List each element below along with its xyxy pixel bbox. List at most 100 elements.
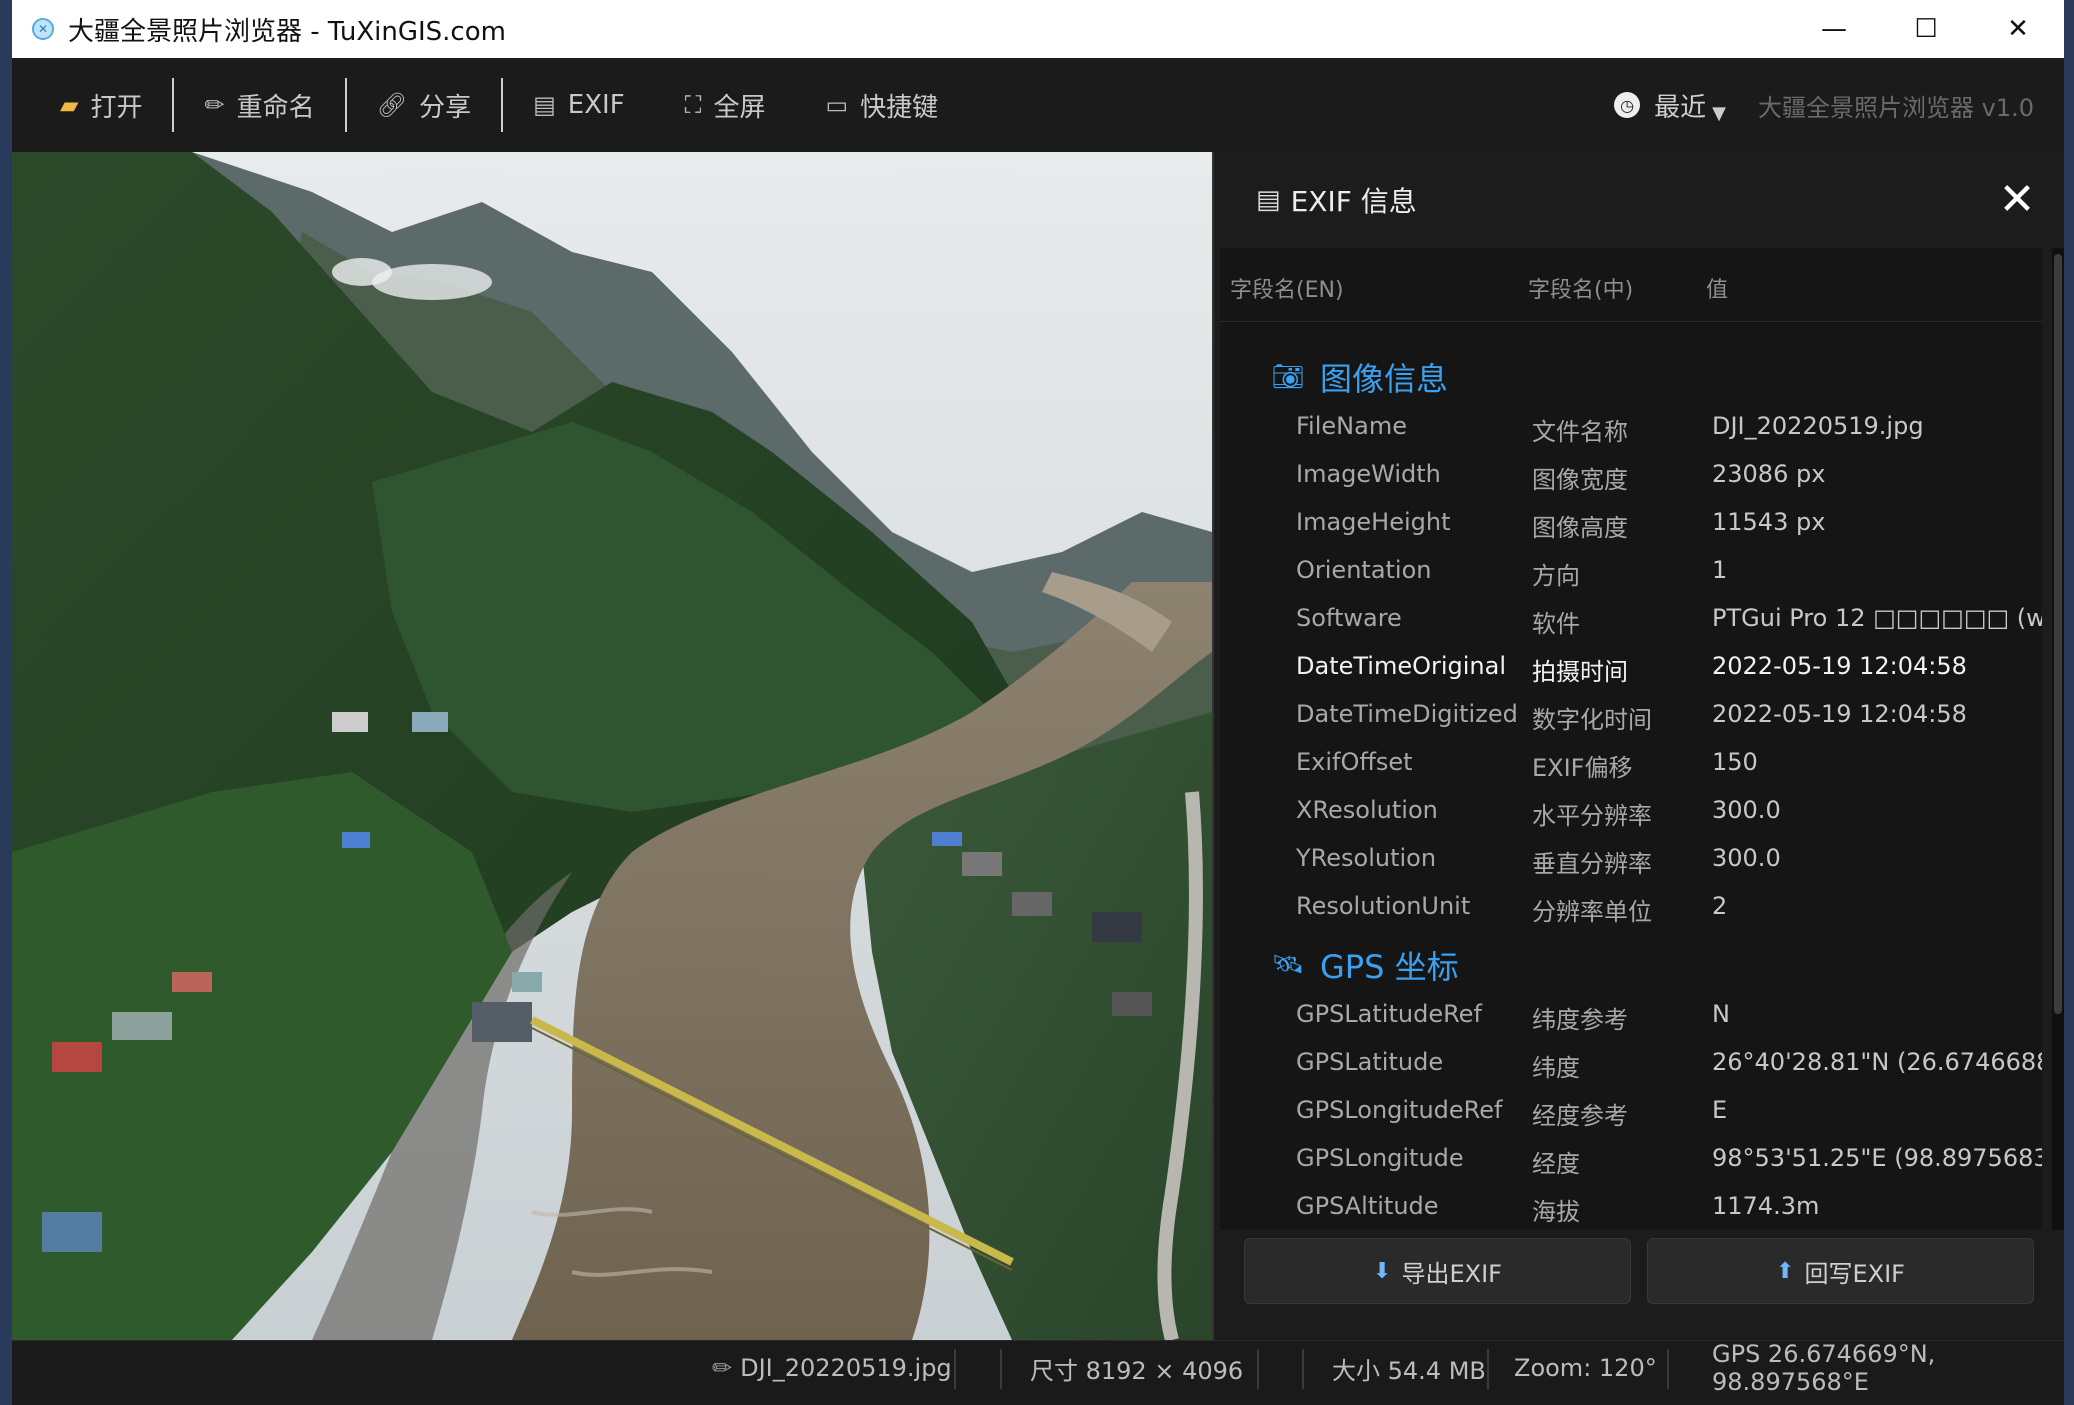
panorama-image [12, 152, 1212, 1340]
status-divider [954, 1349, 956, 1389]
recent-label: 最近 [1654, 92, 1707, 123]
writeback-exif-label: 回写EXIF [1804, 1259, 1905, 1288]
pencil-icon: ✏ [712, 1354, 733, 1382]
rename-label: 重命名 [236, 92, 315, 123]
field-en: GPSLongitudeRef [1296, 1096, 1503, 1124]
field-en: ImageWidth [1296, 460, 1441, 488]
field-en: FileName [1296, 412, 1407, 440]
field-cn: 垂直分辨率 [1532, 850, 1652, 878]
fullscreen-icon: ⛶ [684, 91, 702, 119]
field-cn: 水平分辨率 [1532, 802, 1652, 830]
exif-label: EXIF [567, 90, 625, 120]
exif-row: ImageWidth 图像宽度 23086 px [1220, 452, 2042, 500]
column-cn: 字段名(中) [1528, 278, 1634, 303]
title-bar: ✕ 大疆全景照片浏览器 - TuXinGIS.com — ☐ ✕ [12, 0, 2064, 58]
exif-title: EXIF 信息 [1290, 185, 1417, 218]
field-value: 98°53'51.25"E (98.89756833°) [1712, 1144, 2042, 1172]
field-value: N [1712, 1000, 1730, 1028]
upload-icon: ⬆ [1776, 1258, 1795, 1284]
exif-scrollbar[interactable] [2052, 248, 2064, 1230]
status-dimensions: 尺寸 8192 × 4096 [1030, 1356, 1244, 1385]
exif-row: GPSLongitudeRef 经度参考 E [1220, 1088, 2042, 1136]
field-en: ImageHeight [1296, 508, 1451, 536]
field-cn: 方向 [1532, 562, 1580, 590]
field-value: 1 [1712, 556, 1728, 584]
exif-actions: ⬇ 导出EXIF ⬆ 回写EXIF [1214, 1238, 2064, 1328]
section-title: 图像信息 [1320, 360, 1449, 398]
exif-row: GPSAltitude 海拔 1174.3m [1220, 1184, 2042, 1230]
scrollbar-thumb[interactable] [2054, 254, 2062, 1014]
field-cn: 经度参考 [1532, 1102, 1628, 1130]
section-title: GPS 坐标 [1320, 948, 1459, 986]
status-bar: ✏ DJI_20220519.jpg 尺寸 8192 × 4096 大小 54.… [12, 1340, 2064, 1405]
status-gps: GPS 26.674669°N, 98.897568°E [1712, 1340, 1936, 1396]
app-icon: ✕ [32, 18, 54, 40]
field-cn: 数字化时间 [1532, 706, 1652, 734]
download-icon: ⬇ [1373, 1258, 1392, 1284]
recent-dropdown[interactable]: ◷ 最近 ▼ [1614, 87, 1726, 124]
open-label: 打开 [90, 92, 143, 123]
field-cn: 分辨率单位 [1532, 898, 1652, 926]
rename-button[interactable]: ✏ 重命名 [174, 78, 344, 132]
shortcuts-button[interactable]: ▭ 快捷键 [795, 78, 968, 132]
status-divider [1302, 1349, 1304, 1389]
field-value: 1174.3m [1712, 1192, 1820, 1220]
field-en: YResolution [1296, 844, 1437, 872]
app-version: 大疆全景照片浏览器 v1.0 [1758, 93, 2034, 122]
writeback-exif-button[interactable]: ⬆ 回写EXIF [1647, 1238, 2034, 1304]
field-value: 300.0 [1712, 796, 1781, 824]
status-divider [1487, 1349, 1489, 1389]
field-cn: 软件 [1532, 610, 1580, 638]
maximize-button[interactable]: ☐ [1880, 0, 1972, 58]
status-filename: ✏ DJI_20220519.jpg [712, 1341, 952, 1395]
exif-row: ResolutionUnit 分辨率单位 2 [1220, 884, 2042, 932]
window-title: 大疆全景照片浏览器 - TuXinGIS.com [68, 16, 506, 47]
fullscreen-label: 全屏 [713, 92, 766, 123]
exif-column-header: 字段名(EN) 字段名(中) 值 [1220, 248, 2042, 322]
field-value: 2 [1712, 892, 1728, 920]
field-cn: 纬度 [1532, 1054, 1580, 1082]
field-value: 150 [1712, 748, 1758, 776]
status-divider [1667, 1349, 1669, 1389]
export-exif-button[interactable]: ⬇ 导出EXIF [1244, 1238, 1631, 1304]
exif-row: XResolution 水平分辨率 300.0 [1220, 788, 2042, 836]
exif-row: GPSLatitude 纬度 26°40'28.81"N (26.6746688… [1220, 1040, 2042, 1088]
status-filename-text: DJI_20220519.jpg [740, 1354, 952, 1382]
field-cn: 文件名称 [1532, 418, 1628, 446]
field-en: Orientation [1296, 556, 1432, 584]
link-icon: 🔗︎ [376, 91, 408, 119]
folder-icon: ▰ [60, 91, 79, 119]
field-cn: 拍摄时间 [1532, 658, 1628, 686]
field-value: 2022-05-19 12:04:58 [1712, 700, 1967, 728]
pencil-icon: ✏ [204, 91, 225, 119]
panorama-viewer[interactable] [12, 152, 1212, 1340]
field-en: GPSLatitude [1296, 1048, 1444, 1076]
minimize-button[interactable]: — [1788, 0, 1880, 58]
clock-icon: ◷ [1614, 92, 1641, 118]
field-value: 23086 px [1712, 460, 1826, 488]
close-window-button[interactable]: ✕ [1972, 0, 2064, 58]
exif-table: 字段名(EN) 字段名(中) 值 📷︎ 图像信息 FileName 文件名称 D… [1220, 248, 2042, 1230]
toolbar-right: ◷ 最近 ▼ 大疆全景照片浏览器 v1.0 [1614, 58, 2034, 152]
field-value: PTGui Pro 12 □□□□□□ (www.pt [1712, 604, 2042, 632]
open-button[interactable]: ▰ 打开 [30, 78, 172, 132]
field-cn: 经度 [1532, 1150, 1580, 1178]
close-icon[interactable]: ✕ [1992, 174, 2042, 225]
fullscreen-button[interactable]: ⛶ 全屏 [655, 78, 796, 132]
section-gps: 🛰︎ GPS 坐标 [1270, 942, 1459, 988]
status-zoom: Zoom: 120° [1514, 1354, 1657, 1382]
column-en: 字段名(EN) [1230, 278, 1344, 303]
field-value: E [1712, 1096, 1728, 1124]
exif-row: Software 软件 PTGui Pro 12 □□□□□□ (www.pt [1220, 596, 2042, 644]
section-image-info: 📷︎ 图像信息 [1270, 354, 1448, 400]
field-cn: 海拔 [1532, 1198, 1580, 1226]
field-en: ResolutionUnit [1296, 892, 1471, 920]
field-value: 2022-05-19 12:04:58 [1712, 652, 1967, 680]
field-en: GPSAltitude [1296, 1192, 1439, 1220]
field-en: DateTimeDigitized [1296, 700, 1518, 728]
share-button[interactable]: 🔗︎ 分享 [347, 78, 501, 132]
chevron-down-icon: ▼ [1712, 102, 1726, 124]
shortcuts-label: 快捷键 [860, 92, 939, 123]
field-cn: 纬度参考 [1532, 1006, 1628, 1034]
exif-button[interactable]: ▤ EXIF [503, 78, 655, 132]
